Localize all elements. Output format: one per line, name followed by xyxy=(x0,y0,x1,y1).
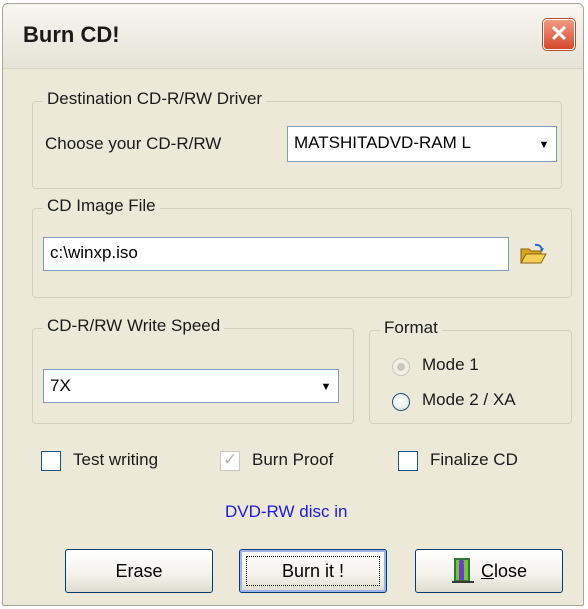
write-speed-legend: CD-R/RW Write Speed xyxy=(43,316,225,336)
write-speed-group: CD-R/RW Write Speed 7X ▼ xyxy=(32,316,354,424)
chevron-down-icon[interactable]: ▼ xyxy=(534,129,554,159)
burn-cd-dialog: Burn CD! ✕ Destination CD-R/RW Driver Ch… xyxy=(2,3,584,606)
close-icon: ✕ xyxy=(549,21,569,46)
title-bar: Burn CD! ✕ xyxy=(3,4,583,69)
exit-door-icon xyxy=(451,556,475,584)
chevron-down-icon[interactable]: ▼ xyxy=(316,372,336,400)
mode2-label: Mode 2 / XA xyxy=(422,390,516,409)
close-mnemonic: C xyxy=(480,561,494,581)
burn-proof-checkbox[interactable]: ✓ xyxy=(220,450,240,471)
title-close-button[interactable]: ✕ xyxy=(543,19,575,50)
erase-button[interactable]: Erase xyxy=(65,549,213,593)
drive-select-value: MATSHITADVD-RAM L xyxy=(294,133,471,152)
format-legend: Format xyxy=(380,318,442,338)
mode1-radio[interactable] xyxy=(392,358,410,376)
format-group: Format Mode 1 Mode 2 / XA xyxy=(369,318,572,424)
mode1-label: Mode 1 xyxy=(422,355,479,374)
window-title: Burn CD! xyxy=(23,22,120,47)
mode2-radio[interactable] xyxy=(392,393,410,411)
image-path-value: c:\winxp.iso xyxy=(50,243,138,262)
write-speed-value: 7X xyxy=(50,376,71,395)
image-path-input[interactable]: c:\winxp.iso xyxy=(43,237,509,271)
drive-select[interactable]: MATSHITADVD-RAM L ▼ xyxy=(287,126,557,162)
check-mark-icon: ✓ xyxy=(223,450,238,469)
test-writing-label: Test writing xyxy=(73,450,159,469)
erase-button-label: Erase xyxy=(115,561,163,581)
focus-ring xyxy=(246,556,380,586)
destination-group: Destination CD-R/RW Driver Choose your C… xyxy=(32,89,562,189)
folder-open-icon[interactable] xyxy=(519,243,547,267)
finalize-cd-label: Finalize CD xyxy=(430,450,518,469)
close-button[interactable]: Close xyxy=(415,549,563,593)
radio-selected-dot-icon xyxy=(397,363,405,371)
choose-drive-label: Choose your CD-R/RW xyxy=(45,134,222,153)
burn-button[interactable]: Burn it ! xyxy=(239,549,387,593)
write-speed-select[interactable]: 7X ▼ xyxy=(43,369,339,403)
image-file-legend: CD Image File xyxy=(43,196,160,216)
finalize-cd-checkbox[interactable] xyxy=(398,451,418,471)
burn-proof-label: Burn Proof xyxy=(252,450,334,469)
destination-legend: Destination CD-R/RW Driver xyxy=(43,89,267,109)
close-button-label: lose xyxy=(493,561,528,581)
test-writing-checkbox[interactable] xyxy=(41,451,61,471)
image-file-group: CD Image File c:\winxp.iso xyxy=(32,196,572,298)
disc-status-text: DVD-RW disc in xyxy=(225,502,348,521)
